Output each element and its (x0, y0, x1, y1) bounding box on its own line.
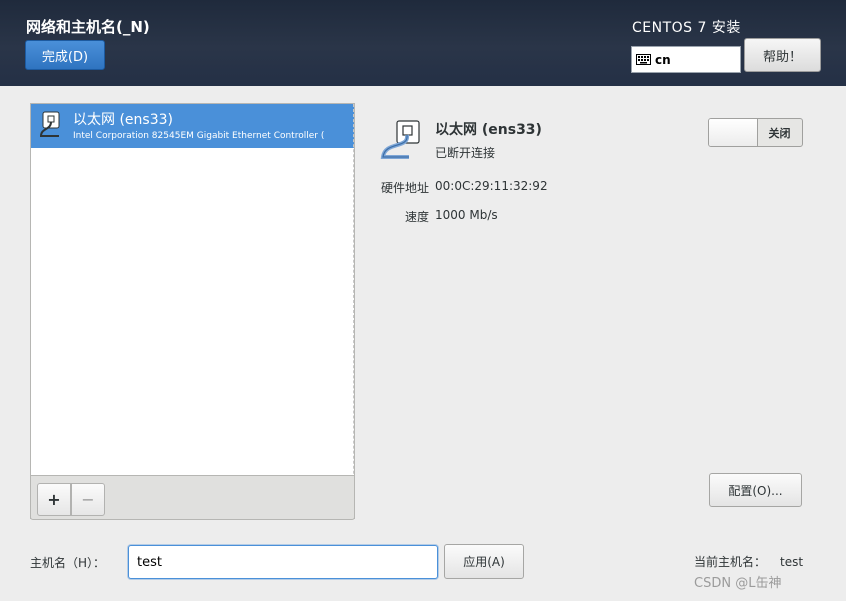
apply-hostname-button[interactable]: 应用(A) (444, 544, 524, 579)
keyboard-layout-code: cn (655, 52, 671, 67)
top-bar: 网络和主机名(_N) 完成(D) CENTOS 7 安装 cn 帮助！ (0, 0, 846, 86)
device-list-toolbar: + − (30, 475, 355, 520)
add-device-button[interactable]: + (37, 483, 71, 516)
speed-label: 速度 (404, 210, 429, 224)
install-title: CENTOS 7 安装 (632, 20, 741, 36)
watermark: CSDN @L缶神 (694, 576, 782, 591)
screen-title: 网络和主机名(_N) (26, 18, 150, 36)
help-button[interactable]: 帮助！ (744, 38, 821, 72)
ethernet-icon (380, 120, 420, 159)
configure-button[interactable]: 配置(O)... (709, 473, 802, 507)
current-hostname-label: 当前主机名： (694, 555, 767, 569)
speed-value: 1000 Mb/s (435, 208, 498, 222)
device-detail-name: 以太网 (ens33) (435, 122, 542, 138)
device-name: 以太网 (ens33) (73, 112, 173, 128)
ethernet-icon (39, 111, 60, 137)
hw-address-label: 硬件地址 (380, 181, 429, 195)
remove-device-button[interactable]: − (71, 483, 105, 516)
network-device-list: 以太网 (ens33) Intel Corporation 82545EM Gi… (30, 103, 355, 519)
hw-address-value: 00:0C:29:11:32:92 (435, 179, 548, 193)
device-list-item[interactable]: 以太网 (ens33) Intel Corporation 82545EM Gi… (31, 104, 354, 148)
switch-state-label: 关闭 (768, 126, 791, 140)
main-content: 以太网 (ens33) Intel Corporation 82545EM Gi… (0, 86, 846, 601)
current-hostname: 当前主机名： test (694, 553, 803, 570)
done-button[interactable]: 完成(D) (25, 40, 105, 70)
keyboard-icon (636, 54, 651, 65)
keyboard-layout-indicator[interactable]: cn (631, 46, 741, 73)
switch-knob[interactable] (709, 119, 758, 146)
hostname-label: 主机名（H）： (30, 556, 106, 570)
device-status: 已断开连接 (435, 146, 496, 160)
device-description: Intel Corporation 82545EM Gigabit Ethern… (73, 131, 325, 141)
hostname-input[interactable] (128, 545, 438, 579)
current-hostname-value: test (780, 555, 804, 569)
device-power-switch[interactable]: 关闭 (708, 118, 803, 147)
